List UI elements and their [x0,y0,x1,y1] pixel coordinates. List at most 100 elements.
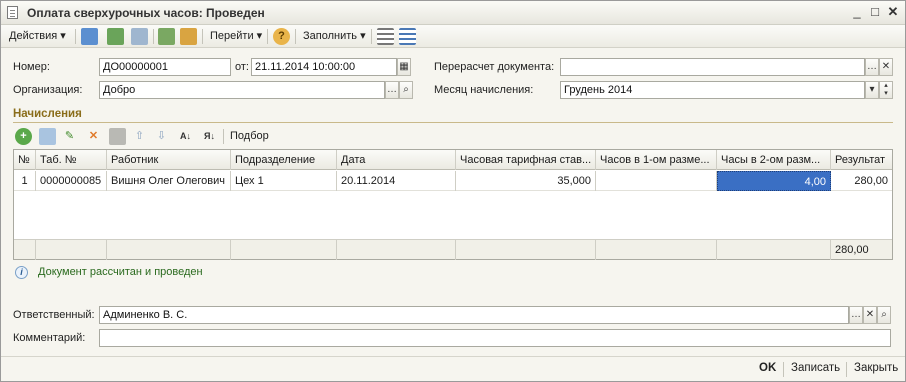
select-button[interactable]: … [385,81,399,99]
month-stepper[interactable]: ▴ ▾ [879,81,893,99]
toolbar-separator [267,29,268,44]
table-row[interactable]: 1 0000000085 Вишня Олег Олегович Цех 1 2… [14,171,892,191]
sort-descending-icon[interactable]: Я↓ [201,128,218,145]
month-label: Месяц начисления: [434,84,534,96]
end-edit-icon[interactable] [109,128,126,145]
comment-field[interactable] [99,329,891,347]
maximize-button[interactable]: □ [867,4,883,20]
button-separator [783,362,784,377]
document-icon [7,6,18,19]
document-window: Оплата сверхурочных часов: Проведен _ □ … [0,0,906,382]
chevron-down-icon[interactable]: ▾ [865,81,879,99]
close-button[interactable]: Закрыть [854,362,898,374]
cell-hours1[interactable] [596,171,717,191]
cell-n[interactable]: 1 [14,171,36,191]
number-field[interactable]: ДО00000001 [99,58,231,76]
toolbar-separator [295,29,296,44]
column-header-hours2[interactable]: Часы в 2-ом разм... [717,150,831,170]
footer-cell [456,240,596,260]
toolbar-separator [371,29,372,44]
accruals-section-title: Начисления [13,108,82,120]
date-label: от: [235,61,249,73]
cell-tab[interactable]: 0000000085 [36,171,107,191]
list-settings-icon[interactable] [399,28,416,45]
refresh-icon[interactable] [107,28,124,45]
select-button[interactable]: … [849,306,863,324]
org-field[interactable]: Добро [99,81,385,99]
ok-button[interactable]: OK [759,362,776,374]
delete-row-icon[interactable]: ✕ [85,128,102,145]
cell-dept[interactable]: Цех 1 [231,171,337,191]
status-message: Документ рассчитан и проведен [38,266,203,278]
goto-menu[interactable]: Перейти ▾ [210,28,262,45]
close-window-button[interactable]: ✕ [885,4,901,20]
responsible-label: Ответственный: [13,309,95,321]
column-header-rate[interactable]: Часовая тарифная став... [456,150,596,170]
post-icon[interactable] [158,28,175,45]
accruals-table[interactable]: № Таб. № Работник Подразделение Дата Час… [13,149,893,260]
month-field[interactable]: Грудень 2014 [560,81,865,99]
footer-cell [596,240,717,260]
column-header-tab[interactable]: Таб. № [36,150,107,170]
responsible-field[interactable]: Админенко В. С. [99,306,849,324]
number-label: Номер: [13,61,50,73]
cell-date[interactable]: 20.11.2014 [337,171,456,191]
search-icon[interactable]: ⌕ [877,306,891,324]
clear-icon[interactable]: ✕ [863,306,877,324]
button-separator [846,362,847,377]
title-bar: Оплата сверхурочных часов: Проведен _ □ … [1,1,905,25]
add-row-icon[interactable]: + [15,128,32,145]
select-button[interactable]: … [865,58,879,76]
date-field[interactable]: 21.11.2014 10:00:00 [251,58,397,76]
goto-menu-label: Перейти [210,30,254,42]
move-up-icon[interactable]: ⇧ [131,128,148,145]
column-header-n[interactable]: № [14,150,36,170]
info-icon: i [15,266,28,279]
footer-cell [14,240,36,260]
toolbar-separator [75,29,76,44]
minimize-button[interactable]: _ [849,4,865,20]
search-icon[interactable]: ⌕ [399,81,413,99]
grid-toolbar-separator [223,129,224,144]
cell-worker[interactable]: Вишня Олег Олегович [107,171,231,191]
toolbar: Действия ▾ Перейти ▾ ? Заполнить ▾ [1,25,905,48]
recalc-field[interactable] [560,58,865,76]
help-icon[interactable]: ? [273,28,290,45]
actions-menu[interactable]: Действия ▾ [9,28,66,45]
save-button[interactable]: Записать [791,362,840,374]
table-footer: 280,00 [14,239,892,260]
section-divider [13,122,893,123]
bottom-bar: OK Записать Закрыть [1,356,905,381]
back-icon[interactable] [81,28,98,45]
column-header-date[interactable]: Дата [337,150,456,170]
comment-label: Комментарий: [13,332,86,344]
sort-ascending-icon[interactable]: A↓ [177,128,194,145]
copy-row-icon[interactable] [39,128,56,145]
column-header-hours1[interactable]: Часов в 1-ом разме... [596,150,717,170]
clear-icon[interactable]: ✕ [879,58,893,76]
actions-menu-label: Действия [9,30,58,42]
cell-result[interactable]: 280,00 [831,171,892,191]
fill-menu[interactable]: Заполнить ▾ [303,28,366,45]
cell-rate[interactable]: 35,000 [456,171,596,191]
footer-cell [337,240,456,260]
table-header: № Таб. № Работник Подразделение Дата Час… [14,150,892,170]
unpost-icon[interactable] [180,28,197,45]
column-header-worker[interactable]: Работник [107,150,231,170]
calendar-icon[interactable]: ▦ [397,58,411,76]
footer-cell [107,240,231,260]
structure-icon[interactable] [377,28,394,45]
window-title: Оплата сверхурочных часов: Проведен [27,6,265,20]
fill-menu-label: Заполнить [303,30,358,42]
footer-cell [231,240,337,260]
footer-total-result: 280,00 [835,244,869,256]
footer-cell [717,240,831,260]
column-header-result[interactable]: Результат [831,150,892,170]
cell-hours2-selected[interactable]: 4,00 [717,171,831,191]
move-down-icon[interactable]: ⇩ [153,128,170,145]
pick-button[interactable]: Подбор [230,130,269,142]
column-header-dept[interactable]: Подразделение [231,150,337,170]
org-label: Организация: [13,84,83,96]
edit-row-icon[interactable]: ✎ [61,128,78,145]
copy-icon[interactable] [131,28,148,45]
